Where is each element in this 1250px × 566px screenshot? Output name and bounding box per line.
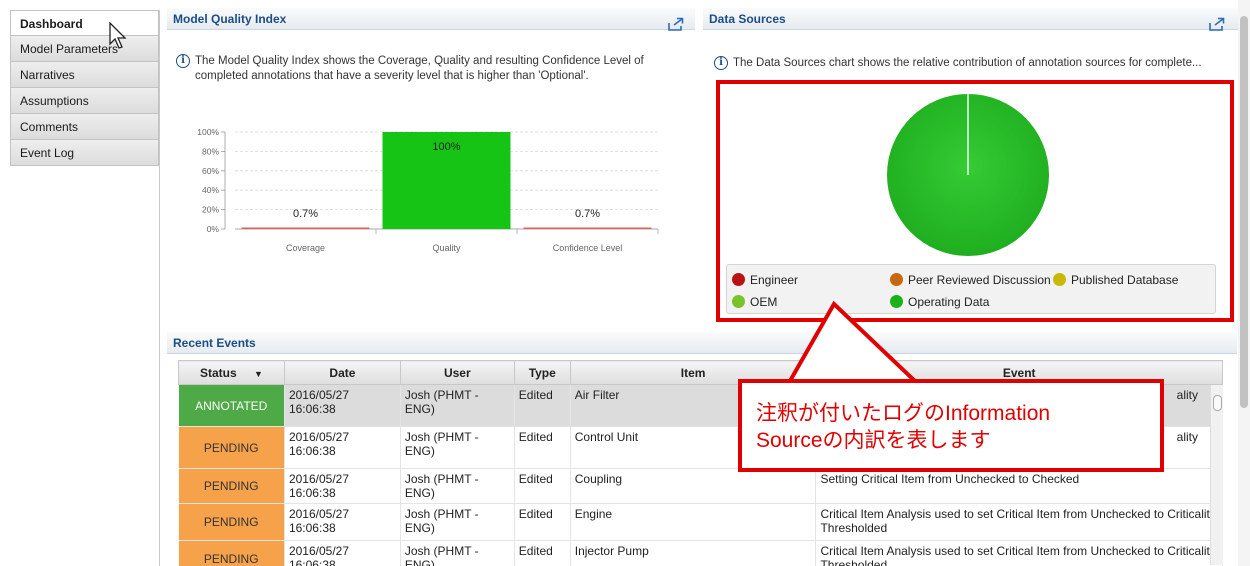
callout-box: 注釈が付いたログのInformation Sourceの内訳を表します [738,379,1164,472]
data-sources-title-text: Data Sources [709,12,786,26]
bar-coverage [241,227,370,229]
cell-item: Injector Pump [570,540,817,566]
mouse-cursor-icon [109,22,127,49]
data-sources-title: Data Sources [703,8,1238,30]
y-tick-label: 100% [197,127,219,137]
sidebar-item-comments[interactable]: Comments [10,114,159,140]
callout-pointer [782,300,923,390]
y-tick-label: 20% [202,205,219,215]
column-header-date[interactable]: Date [283,360,401,385]
status-badge: PENDING [178,540,285,566]
highlight-box [716,80,1234,322]
x-tick-label: Coverage [286,243,325,253]
cell-date: 2016/05/27 16:06:38 [284,468,401,504]
sort-desc-icon: ▼ [254,368,263,379]
export-icon[interactable] [1209,17,1225,31]
cell-item: Engine [570,503,817,541]
sidebar-item-narratives[interactable]: Narratives [10,62,159,88]
sidebar-item-dashboard[interactable]: Dashboard [10,10,159,36]
model-quality-title-text: Model Quality Index [173,12,287,26]
cell-date: 2016/05/27 16:06:38 [284,426,401,469]
status-badge: PENDING [178,426,285,469]
page-scrollbar[interactable] [1238,0,1250,566]
cell-event: Setting Critical Item from Unchecked to … [815,468,1223,504]
cell-item: Coupling [570,468,817,504]
status-badge: PENDING [178,503,285,541]
table-row[interactable]: PENDING 2016/05/27 16:06:38 Josh (PHMT -… [178,503,1223,541]
table-scrollbar-thumb[interactable] [1213,395,1222,411]
cell-type: Edited [514,503,571,541]
x-tick-label: Confidence Level [553,243,623,253]
model-quality-info-text: The Model Quality Index shows the Covera… [195,55,644,82]
column-header-status[interactable]: Status ▼ [178,360,285,385]
sidebar-item-assumptions[interactable]: Assumptions [10,88,159,114]
table-row[interactable]: PENDING 2016/05/27 16:06:38 Josh (PHMT -… [178,468,1223,504]
data-sources-info: i The Data Sources chart shows the relati… [714,56,1234,71]
info-icon: i [714,56,728,70]
recent-events-title-text: Recent Events [173,336,256,350]
model-quality-title: Model Quality Index [167,8,695,30]
y-tick-label: 80% [202,146,219,156]
x-tick-label: Quality [432,243,461,253]
column-header-user[interactable]: User [399,360,515,385]
status-badge: PENDING [178,468,285,504]
cell-user: Josh (PHMT - ENG) [400,540,515,566]
y-tick-label: 0% [207,224,220,234]
data-label: 0.7% [575,208,600,220]
callout-text-line1: 注釈が付いたログのInformation [756,402,1051,425]
callout-text-line2: Sourceの内訳を表します [756,429,991,452]
cell-date: 2016/05/27 16:06:38 [284,384,401,427]
cell-user: Josh (PHMT - ENG) [400,426,515,469]
data-sources-info-text: The Data Sources chart shows the relativ… [733,57,1202,69]
bar-confidence-level [523,227,652,229]
table-scrollbar[interactable] [1210,385,1223,565]
sidebar-item-event-log[interactable]: Event Log [10,140,159,166]
page-scrollbar-thumb[interactable] [1240,16,1248,408]
info-icon: i [176,54,190,68]
status-badge: ANNOTATED [178,384,285,427]
sidebar: Dashboard Model Parameters Narratives As… [10,10,160,566]
cell-type: Edited [514,384,571,427]
y-tick-label: 60% [202,166,219,176]
model-quality-info: i The Model Quality Index shows the Cover… [176,54,676,84]
export-icon[interactable] [668,17,684,31]
cell-event: Critical Item Analysis used to set Criti… [815,503,1223,541]
cell-type: Edited [514,426,571,469]
cell-event: Critical Item Analysis used to set Criti… [815,540,1223,566]
cell-user: Josh (PHMT - ENG) [400,503,515,541]
model-quality-chart: 100% 80% 60% 40% 20% 0% 0.7% Coverage 100% Qualit… [197,127,659,253]
data-label: 0.7% [293,208,318,220]
cell-type: Edited [514,468,571,504]
data-label: 100% [432,141,460,153]
column-header-type[interactable]: Type [513,360,571,385]
column-header-label: Status [200,365,237,380]
cell-user: Josh (PHMT - ENG) [400,468,515,504]
y-tick-label: 40% [202,185,219,195]
cell-user: Josh (PHMT - ENG) [400,384,515,427]
cell-type: Edited [514,540,571,566]
sidebar-item-model-parameters[interactable]: Model Parameters [10,36,159,62]
table-row[interactable]: PENDING 2016/05/27 16:06:38 Josh (PHMT -… [178,540,1223,566]
cell-date: 2016/05/27 16:06:38 [284,503,401,541]
recent-events-title: Recent Events [167,332,1237,354]
cell-date: 2016/05/27 16:06:38 [284,540,401,566]
